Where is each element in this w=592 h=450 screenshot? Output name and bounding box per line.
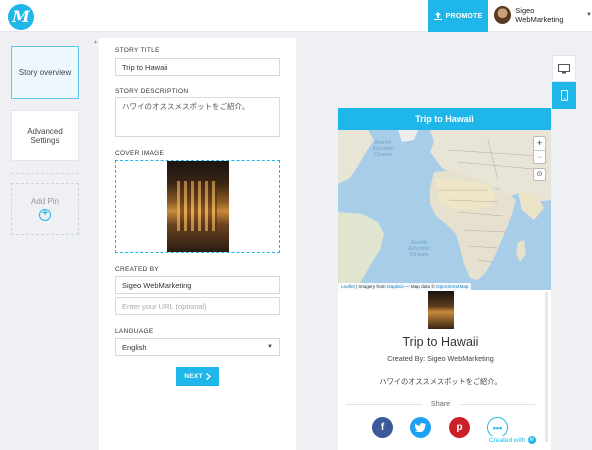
story-description-label: STORY DESCRIPTION <box>115 88 189 95</box>
app-logo[interactable]: M <box>8 4 34 30</box>
story-form: STORY TITLE Trip to Hawaii STORY DESCRIP… <box>99 38 296 450</box>
promote-button[interactable]: PROMOTE <box>428 0 488 32</box>
created-with-label: Created with <box>489 436 526 444</box>
add-pin-button[interactable]: Add Pin + <box>11 183 79 235</box>
attribution-imagery-text: | Imagery from <box>354 284 387 289</box>
created-by-input[interactable]: Sigeo WebMarketing <box>115 276 280 294</box>
desktop-preview-button[interactable] <box>552 55 576 82</box>
nav-item-label: Story overview <box>18 68 72 77</box>
story-preview: Trip to Hawaii North Atlantic Ocean Sout… <box>338 108 551 450</box>
attribution-leaflet-link[interactable]: Leaflet <box>341 284 355 289</box>
map-zoom-control: + − <box>533 136 546 164</box>
attribution-mapbox-link[interactable]: MapBox <box>387 284 404 289</box>
chevron-down-icon: ▼ <box>586 12 592 18</box>
twitter-icon[interactable] <box>410 417 431 438</box>
top-bar: M PROMOTE Sigeo WebMarketing ▼ <box>0 0 592 32</box>
world-map <box>338 130 551 290</box>
chevron-right-icon <box>205 373 211 380</box>
attribution-mapdata-text: — Map data © <box>403 284 436 289</box>
attribution-osm-link[interactable]: OpenStreetMap <box>436 284 468 289</box>
preview-description: ハワイのオススメスポットをご紹介。 <box>379 377 502 386</box>
language-value: English <box>122 342 147 352</box>
map-attribution: Leaflet | Imagery from MapBox — Map data… <box>338 283 472 290</box>
chevron-down-icon: ▼ <box>267 344 273 350</box>
facebook-icon[interactable]: f <box>372 417 393 438</box>
user-name: Sigeo WebMarketing <box>515 6 564 24</box>
brand-logo-icon: M <box>527 436 536 444</box>
user-menu[interactable]: Sigeo WebMarketing ▼ <box>494 6 592 24</box>
preview-created-by: Created By: Sigeo WebMarketing <box>387 354 494 363</box>
plus-circle-icon: + <box>39 209 51 221</box>
cover-image-label: COVER IMAGE <box>115 150 165 157</box>
zoom-out-button[interactable]: − <box>534 150 545 163</box>
more-icon[interactable]: ••• <box>487 417 508 438</box>
avatar <box>494 6 512 24</box>
nav-divider <box>11 173 79 174</box>
scroll-up-icon[interactable]: ▲ <box>93 39 98 45</box>
story-map[interactable]: North Atlantic Ocean South Atlantic Ocea… <box>338 130 551 290</box>
preview-scrollbar[interactable] <box>545 292 548 442</box>
story-title-label: STORY TITLE <box>115 47 160 54</box>
promote-label: PROMOTE <box>445 12 483 20</box>
nav-item-label: Advanced Settings <box>27 126 63 145</box>
ocean-label-south-atlantic: South Atlantic Ocean <box>408 240 431 258</box>
divider <box>459 404 535 405</box>
upload-icon <box>433 12 442 20</box>
pinterest-icon[interactable]: p <box>449 417 470 438</box>
nav-item-story-overview[interactable]: Story overview <box>11 46 79 99</box>
cover-image <box>167 161 229 252</box>
ocean-label-north-atlantic: North Atlantic Ocean <box>372 140 395 158</box>
mobile-icon <box>560 90 568 101</box>
nav-item-advanced-settings[interactable]: Advanced Settings <box>11 110 79 161</box>
url-input[interactable]: Enter your URL (optional) <box>115 297 280 315</box>
language-label: LANGUAGE <box>115 328 154 335</box>
add-pin-label: Add Pin <box>30 197 60 206</box>
created-with-badge[interactable]: Created with M <box>489 436 536 444</box>
story-description-textarea[interactable]: ハワイのオススメスポットをご紹介。 <box>115 97 280 137</box>
zoom-in-button[interactable]: + <box>534 137 545 150</box>
language-select[interactable]: English ▼ <box>115 338 280 356</box>
story-thumbnail <box>428 291 454 329</box>
next-label: NEXT <box>184 373 203 380</box>
preview-header-title: Trip to Hawaii <box>338 108 551 130</box>
story-title-input[interactable]: Trip to Hawaii <box>115 58 280 76</box>
cover-image-dropzone[interactable] <box>115 160 280 253</box>
created-by-label: CREATED BY <box>115 266 160 273</box>
locate-icon[interactable]: ⊙ <box>533 168 546 181</box>
next-button[interactable]: NEXT <box>176 367 219 386</box>
desktop-icon <box>558 63 570 73</box>
mobile-preview-button[interactable] <box>552 82 576 109</box>
preview-story-title: Trip to Hawaii <box>402 335 479 349</box>
